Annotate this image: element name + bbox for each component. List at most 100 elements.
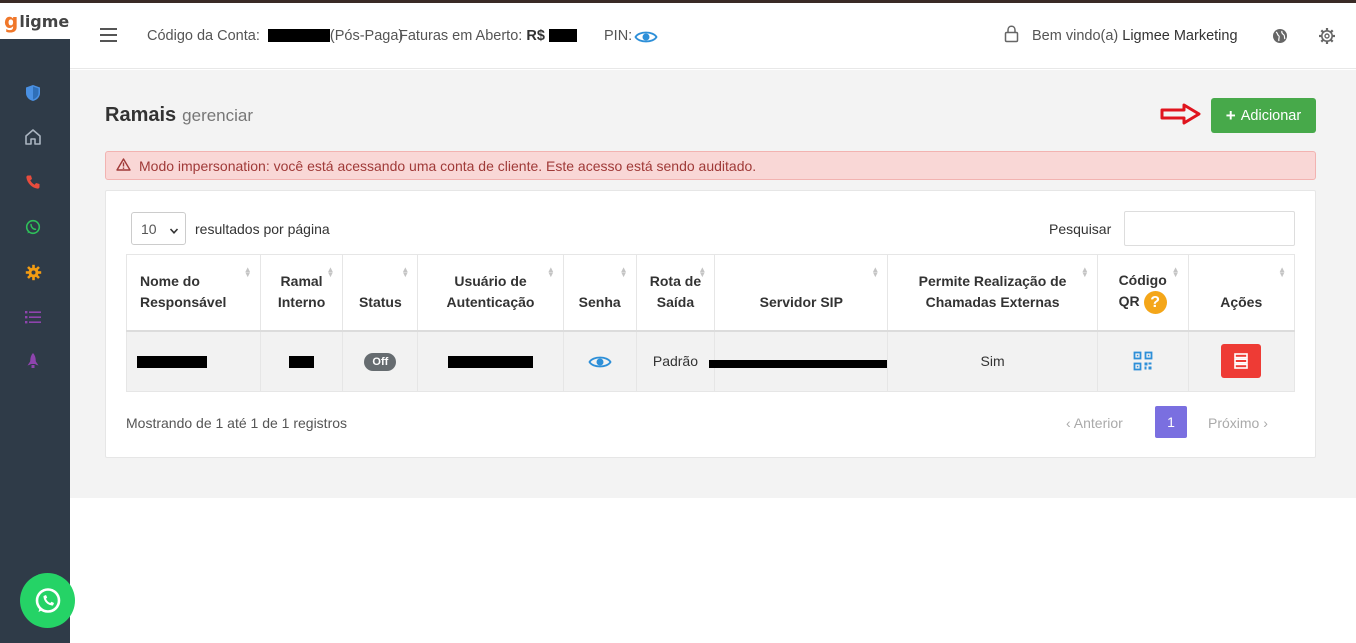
auth-user-redacted [448,356,534,369]
sort-icon: ▲ ▼ [871,265,880,279]
header-text: Chamadas Externas [925,294,1060,311]
cell-responsible[interactable] [126,330,261,392]
table-row: Off Padrão Sim [126,330,1296,392]
sort-icon: ▲ ▼ [1171,265,1180,279]
column-header-password[interactable]: Senha ▲ ▼ [562,254,637,332]
warning-icon [116,157,131,174]
chevron-left-icon: ‹ [1066,415,1071,431]
pagination-page-current[interactable]: 1 [1155,406,1187,438]
header-text: Saída [656,294,695,311]
per-page-select[interactable]: 10 [131,212,186,245]
help-icon[interactable]: ? [1143,291,1167,315]
header-text: QR [1118,293,1140,310]
sort-icon: ▲ ▼ [619,265,628,279]
column-header-external-calls[interactable]: Permite Realização de Chamadas Externas ▲… [887,254,1098,332]
rocket-icon[interactable] [22,350,44,372]
invoices-value-redacted [548,29,577,42]
shield-icon[interactable] [22,82,44,104]
column-header-actions[interactable]: Ações ▲ ▼ [1187,254,1296,332]
cell-password [562,330,637,392]
per-page-label: resultados por página [195,221,330,237]
account-code-label: Código da Conta: [147,28,260,44]
column-header-status[interactable]: Status ▲ ▼ [342,254,419,332]
account-type: (Pós-Paga) [329,28,404,44]
add-extension-button[interactable]: + Adicionar [1211,98,1316,133]
page-title: Ramais gerenciar [105,104,253,127]
invoices-currency: R$ [526,28,545,44]
sort-icon: ▲ ▼ [1080,265,1089,279]
whatsapp-icon[interactable] [22,216,44,238]
actions-menu-button[interactable] [1221,344,1262,379]
prev-label: Anterior [1073,415,1123,431]
open-invoices: Faturas em Aberto: R$ [399,28,577,44]
brand-logo[interactable]: g ligmee [0,3,80,39]
open-invoices-label: Faturas em Aberto: [399,28,523,44]
sort-icon: ▲ ▼ [1278,265,1286,279]
column-header-extension[interactable]: Ramal Interno ▲ ▼ [259,254,344,332]
lock-icon[interactable] [1004,25,1019,48]
status-badge: Off [364,352,397,371]
column-header-outbound-route[interactable]: Rota de Saída ▲ ▼ [635,254,716,332]
search-input[interactable] [1124,211,1295,246]
header-text: Interno [277,294,326,311]
sort-icon: ▲ ▼ [546,265,555,279]
arrow-right-icon [1160,103,1202,130]
pin-eye-icon[interactable] [634,29,658,50]
column-header-responsible[interactable]: Nome do Responsável ▲ ▼ [126,254,261,332]
header-text: Usuário de [454,273,527,290]
sort-icon: ▲ ▼ [401,265,410,279]
column-header-sip-server[interactable]: Servidor SIP ▲ ▼ [714,254,889,332]
gear-icon[interactable] [22,261,44,283]
cell-external-calls: Sim [887,330,1098,392]
phone-icon[interactable] [22,171,44,193]
page-title-text: Ramais [105,104,177,126]
extension-redacted [289,356,315,369]
responsible-redacted [137,356,207,369]
column-header-auth-user[interactable]: Usuário de Autenticação ▲ ▼ [417,254,564,332]
settings-gear-icon[interactable] [1318,27,1336,50]
plus-icon: + [1225,106,1236,125]
globe-icon[interactable] [1272,28,1288,49]
records-info: Mostrando de 1 até 1 de 1 registros [126,415,348,431]
pin-section: PIN: [604,28,632,44]
sidebar: g ligmee [0,3,80,643]
cell-extension [259,330,344,392]
cell-status: Off [342,330,419,392]
header-text: Ações [1220,294,1263,311]
top-header: Código da Conta: (Pós-Paga) Faturas em A… [70,3,1356,69]
cell-actions [1187,330,1296,392]
page-subtitle: gerenciar [182,106,254,125]
show-password-eye-icon[interactable] [588,353,612,369]
header-text: Senha [578,294,621,311]
header-text: Permite Realização de [918,273,1067,290]
header-text: Autenticação [446,294,535,311]
list-icon[interactable] [22,306,44,328]
header-text: Rota de [649,273,702,290]
impersonation-alert: Modo impersonation: você está acessando … [105,151,1316,180]
menu-toggle-icon[interactable] [100,28,117,42]
column-header-qr-code[interactable]: Código QR? ▲ ▼ [1096,254,1189,332]
chevron-down-icon [169,223,179,239]
cell-auth-user [417,330,564,392]
pin-label: PIN: [604,28,633,44]
cell-sip-server [709,330,889,392]
list-bars-icon [1234,353,1249,370]
pagination-next[interactable]: Próximo › [1208,415,1268,431]
table-header-row: Nome do Responsável ▲ ▼ Ramal Interno ▲ ▼ St… [126,254,1296,332]
alert-text: Modo impersonation: você está acessando … [139,157,757,174]
sip-server-redacted [709,360,888,369]
sort-icon: ▲ ▼ [243,265,252,279]
home-icon[interactable] [22,126,44,148]
qr-code-icon[interactable] [1133,351,1153,371]
header-text: Responsável [140,294,227,311]
account-code-redacted [267,29,330,42]
pagination-prev[interactable]: ‹ Anterior [1066,415,1123,431]
welcome-message: Bem vindo(a) Ligmee Marketing [1032,28,1238,44]
search-label: Pesquisar [1049,221,1112,237]
extensions-table: Nome do Responsável ▲ ▼ Ramal Interno ▲ ▼ St… [126,254,1296,392]
whatsapp-chat-button[interactable] [20,573,75,628]
header-text: Nome do [140,273,200,290]
header-text: Código [1118,272,1167,289]
cell-qr-code [1096,330,1189,392]
header-text: Status [358,294,402,311]
